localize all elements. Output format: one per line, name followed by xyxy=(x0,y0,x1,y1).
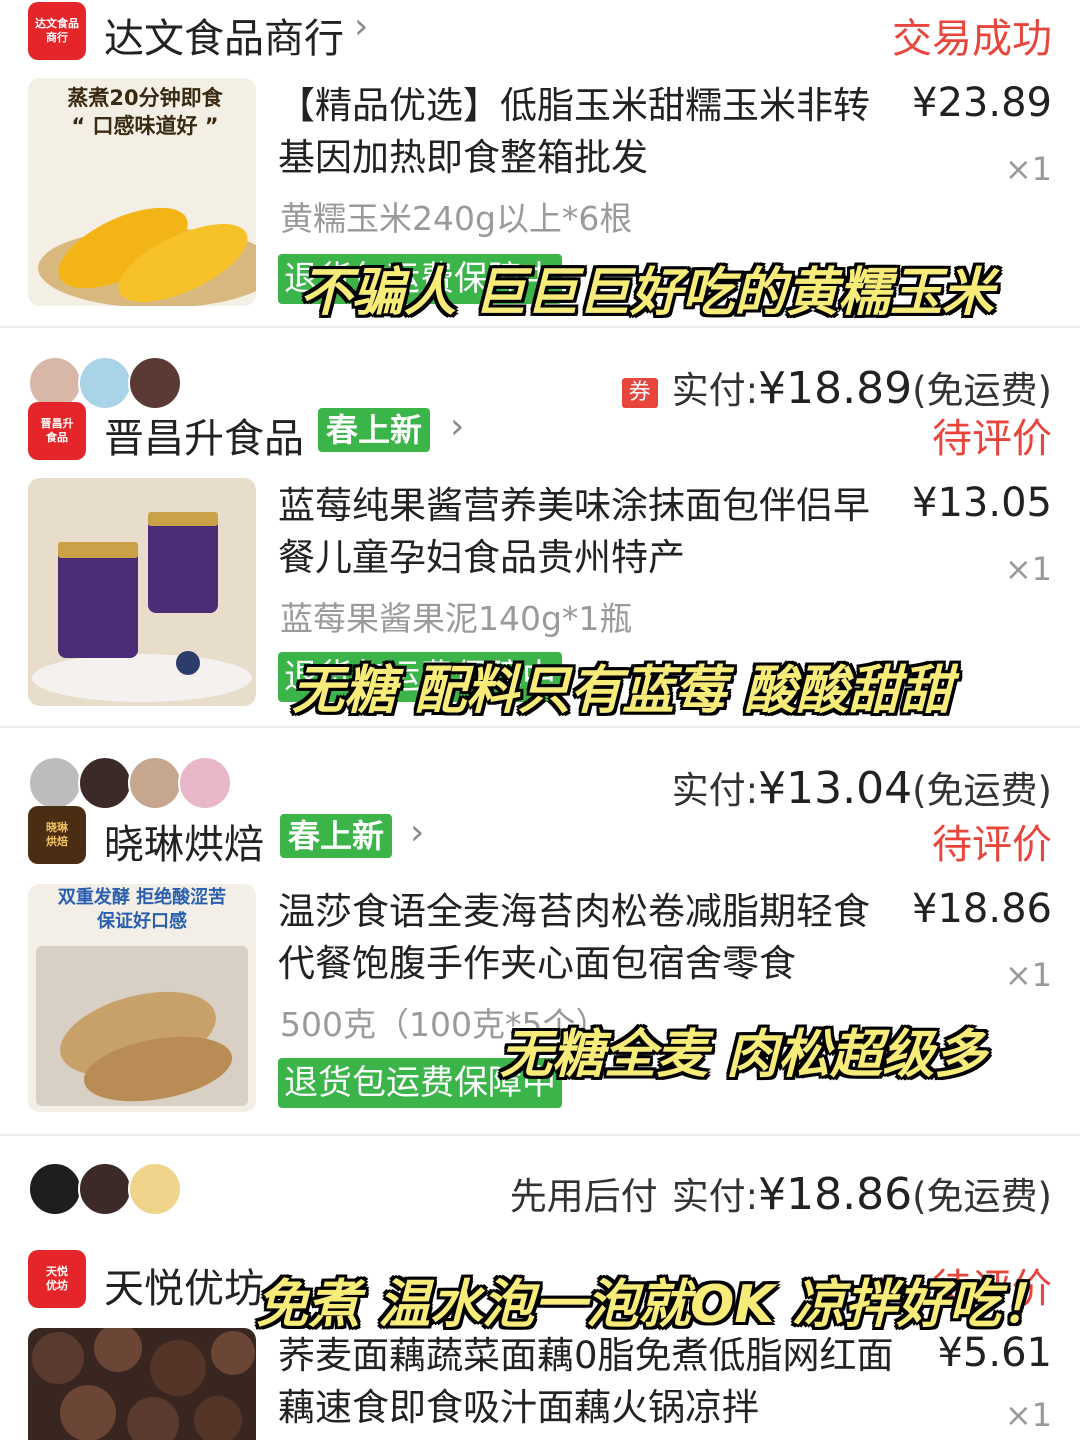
product-quantity: ×1 xyxy=(1004,550,1052,588)
coupon-icon: 券 xyxy=(621,377,658,408)
shop-logo[interactable]: 晓琳 烘焙 xyxy=(28,806,86,864)
shop-logo[interactable]: 晋昌升 食品 xyxy=(28,402,86,460)
avatar xyxy=(28,1162,82,1216)
avatar xyxy=(78,356,132,410)
divider xyxy=(0,726,1080,728)
avatar xyxy=(128,756,182,810)
avatar xyxy=(28,756,82,810)
new-arrival-badge: 春上新 xyxy=(318,408,431,452)
product-spec: 蓝莓果酱果泥140g*1瓶 xyxy=(280,599,633,638)
jam-jar-image xyxy=(32,512,252,702)
product-quantity: ×1 xyxy=(1004,150,1052,188)
paid-label: 实付: xyxy=(671,1175,759,1218)
shop-name[interactable]: 晋昌升食品 xyxy=(104,406,304,464)
product-thumbnail[interactable] xyxy=(28,1328,256,1440)
avatar xyxy=(128,1162,182,1216)
new-arrival-badge: 春上新 xyxy=(280,814,393,858)
product-title[interactable]: 温莎食语全麦海苔肉松卷减脂期轻食代餐饱腹手作夹心面包宿舍零食 xyxy=(278,886,878,990)
divider xyxy=(0,1134,1080,1136)
shipping-note: (免运费) xyxy=(912,769,1052,812)
product-title[interactable]: 蓝莓纯果酱营养美味涂抹面包伴侣早餐儿童孕妇食品贵州特产 xyxy=(278,480,878,584)
pay-later-label: 先用后付 xyxy=(509,1175,658,1218)
product-price: ¥13.05 xyxy=(912,480,1052,526)
chevron-right-icon[interactable]: › xyxy=(450,406,464,447)
product-title[interactable]: 【精品优选】低脂玉米甜糯玉米非转基因加热即食整箱批发 xyxy=(278,80,878,184)
product-spec: 黄糯玉米240g以上*6根 xyxy=(280,199,633,238)
shop-name[interactable]: 天悦优坊 xyxy=(104,1256,264,1314)
paid-amount: ¥18.89 xyxy=(758,363,913,414)
overlay-caption: 不骗人 巨巨巨好吃的黄糯玉米 xyxy=(300,263,995,323)
shipping-note: (免运费) xyxy=(912,1175,1052,1218)
overlay-caption: 无糖 配料只有蓝莓 酸酸甜甜 xyxy=(292,661,953,721)
buyer-avatars xyxy=(28,756,238,810)
bread-roll-image xyxy=(36,946,248,1106)
buyer-avatars xyxy=(28,1162,188,1216)
product-price: ¥18.86 xyxy=(912,886,1052,932)
paid-amount-row: 先用后付 实付:¥18.86(免运费) xyxy=(510,1166,1052,1220)
product-quantity: ×1 xyxy=(1004,956,1052,994)
avatar xyxy=(78,1162,132,1216)
order-status: 待评价 xyxy=(932,416,1052,462)
paid-amount: ¥18.86 xyxy=(758,1169,913,1220)
chevron-right-icon[interactable]: › xyxy=(354,6,368,47)
paid-amount: ¥13.04 xyxy=(758,763,913,814)
product-price: ¥23.89 xyxy=(912,80,1052,126)
lotus-root-noodle-image xyxy=(32,1328,255,1440)
order-status: 待评价 xyxy=(932,822,1052,868)
paid-amount-row: 实付:¥13.04(免运费) xyxy=(672,760,1052,814)
avatar xyxy=(78,756,132,810)
corn-image xyxy=(38,207,256,306)
order-status: 交易成功 xyxy=(892,16,1052,62)
overlay-caption: 免煮 温水泡一泡就OK 凉拌好吃！ xyxy=(256,1275,1053,1335)
shop-logo[interactable]: 达文食品 商行 xyxy=(28,2,86,60)
product-title[interactable]: 荞麦面藕蔬菜面藕0脂免煮低脂网红面藕速食即食吸汁面藕火锅凉拌 xyxy=(278,1330,918,1434)
product-quantity: ×1 xyxy=(1004,1396,1052,1434)
overlay-caption: 无糖全麦 肉松超级多 xyxy=(500,1025,987,1085)
product-thumbnail[interactable]: 双重发酵 拒绝酸涩苦 保证好口感 xyxy=(28,884,256,1112)
shop-name[interactable]: 达文食品商行 xyxy=(104,6,344,64)
avatar xyxy=(178,756,232,810)
paid-label: 实付: xyxy=(671,369,759,412)
product-thumbnail[interactable]: 蒸煮20分钟即食 “ 口感味道好 ” xyxy=(28,78,256,306)
chevron-right-icon[interactable]: › xyxy=(410,812,424,853)
shop-name[interactable]: 晓琳烘焙 xyxy=(104,812,264,870)
product-thumbnail[interactable] xyxy=(28,478,256,706)
avatar xyxy=(128,356,182,410)
paid-label: 实付: xyxy=(671,769,759,812)
divider xyxy=(0,326,1080,328)
shop-logo[interactable]: 天悦 优坊 xyxy=(28,1250,86,1308)
